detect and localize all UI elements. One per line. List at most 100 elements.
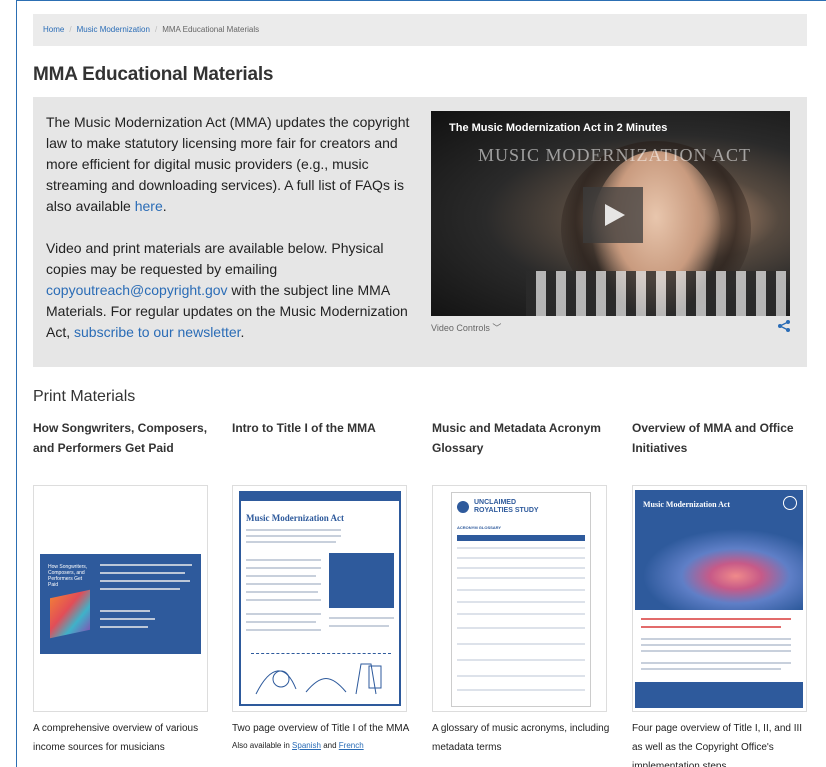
doc-page: Music Modernization Act [239,491,401,706]
newsletter-link[interactable]: subscribe to our newsletter [74,324,241,340]
doc-line [246,621,316,623]
material-description: A comprehensive overview of various inco… [33,723,199,753]
spanish-link[interactable]: Spanish [292,741,321,750]
faq-link[interactable]: here [135,198,163,214]
doc-line [457,547,585,549]
doc-line [246,613,321,615]
chevron-down-icon: ﹀ [492,323,502,333]
doc-line [100,564,192,566]
intro-paragraph-2: Video and print materials are available … [46,238,416,343]
intro-p1-end: . [162,198,167,214]
doc-line [457,589,585,591]
doc-line [246,629,321,631]
doc-line [457,627,585,629]
doc-heading: UNCLAIMED ROYALTIES STUDY [474,499,539,514]
breadcrumb-music-modernization[interactable]: Music Modernization [77,25,150,34]
doc-line [246,559,321,561]
doc-table-header [457,535,585,541]
seal-icon [783,496,797,510]
doc-line [246,583,321,585]
material-description: A glossary of music acronyms, including … [432,723,610,753]
material-thumbnail[interactable]: UNCLAIMED ROYALTIES STUDY ACRONYM GLOSSA… [432,485,607,712]
video-thumbnail-shirt [526,271,786,316]
intro-p2-end: . [240,324,245,340]
material-card: Intro to Title I of the MMA Music Modern… [232,418,412,754]
seal-icon [457,501,469,513]
material-description: Four page overview of Title I, II, and I… [632,723,803,767]
doc-line [246,529,341,531]
doc-heading: Music Modernization Act [643,500,731,509]
video-banner: MUSIC MODERNIZATION ACT [478,145,752,165]
doc-line [100,610,150,612]
language-availability: Also available in Spanish and French [232,738,412,754]
doc-line [246,541,336,543]
material-thumbnail[interactable]: How Songwriters, Composers, and Performe… [33,485,208,712]
doc-art [635,525,803,610]
material-card: How Songwriters, Composers, and Performe… [33,418,213,757]
breadcrumb: Home / Music Modernization / MMA Educational… [33,14,807,46]
doc-line [641,638,791,640]
doc-line [246,535,341,537]
intro-p1-text: The Music Modernization Act (MMA) update… [46,114,410,214]
doc-line [641,626,781,628]
doc-line [641,662,791,664]
doc-illustration [50,589,90,639]
doc-subheading: ACRONYM GLOSSARY [457,525,502,530]
video-title: The Music Modernization Act in 2 Minutes [449,122,668,134]
doc-heading: How Songwriters, Composers, and Performe… [48,564,88,588]
doc-line [246,575,316,577]
email-link[interactable]: copyoutreach@copyright.gov [46,282,228,298]
doc-line [100,572,185,574]
material-title-link[interactable]: Overview of MMA and Office Initiatives [632,418,812,480]
doc-line [641,650,791,652]
page-title: MMA Educational Materials [33,64,274,85]
doc-line [246,591,318,593]
intro-paragraph-1: The Music Modernization Act (MMA) update… [46,112,416,217]
video-controls-toggle[interactable]: Video Controls ﹀ [431,321,501,334]
intro-panel: The Music Modernization Act (MMA) update… [33,97,807,367]
doc-heading: Music Modernization Act [246,513,344,523]
breadcrumb-home[interactable]: Home [43,25,64,34]
doc-line [457,567,585,569]
video-player[interactable]: The Music Modernization Act in 2 Minutes… [431,111,790,316]
print-materials-heading: Print Materials [33,388,136,405]
doc-line [457,577,585,579]
doc-line [457,613,585,615]
french-link[interactable]: French [339,741,364,750]
doc-line [641,668,781,670]
doc-line [457,601,585,603]
doc-line [457,643,585,645]
material-thumbnail[interactable]: Music Modernization Act [632,485,807,712]
doc-line [246,567,321,569]
share-icon[interactable] [777,319,791,336]
doc-line [246,599,321,601]
video-controls-label: Video Controls [431,323,490,333]
doc-line [329,625,389,627]
breadcrumb-current: MMA Educational Materials [162,25,260,34]
material-title-link[interactable]: How Songwriters, Composers, and Performe… [33,418,213,480]
doc-line [641,618,791,620]
doc-footer [635,682,803,708]
material-title-link[interactable]: Intro to Title I of the MMA [232,418,412,480]
doc-body [635,610,803,708]
language-mid: and [320,741,339,750]
doc-cover: How Songwriters, Composers, and Performe… [40,554,201,654]
material-card: Music and Metadata Acronym Glossary UNCL… [432,418,612,757]
language-prefix: Also available in [232,741,293,750]
doc-line [457,659,585,661]
intro-p2-text: Video and print materials are available … [46,240,384,277]
material-card: Overview of MMA and Office Initiatives M… [632,418,812,767]
doc-line [100,618,155,620]
play-icon[interactable] [583,187,643,243]
material-title-link[interactable]: Music and Metadata Acronym Glossary [432,418,612,480]
material-description: Two page overview of Title I of the MMA [232,723,410,734]
intro-text: The Music Modernization Act (MMA) update… [46,112,416,364]
doc-line [641,644,791,646]
doc-header-bar [241,493,399,501]
material-thumbnail[interactable]: Music Modernization Act [232,485,407,712]
doc-cover: Music Modernization Act [635,490,803,708]
doc-page: UNCLAIMED ROYALTIES STUDY ACRONYM GLOSSA… [451,492,591,707]
doc-line [457,689,585,691]
doc-line [457,675,585,677]
doc-sidebar-box [329,553,394,608]
